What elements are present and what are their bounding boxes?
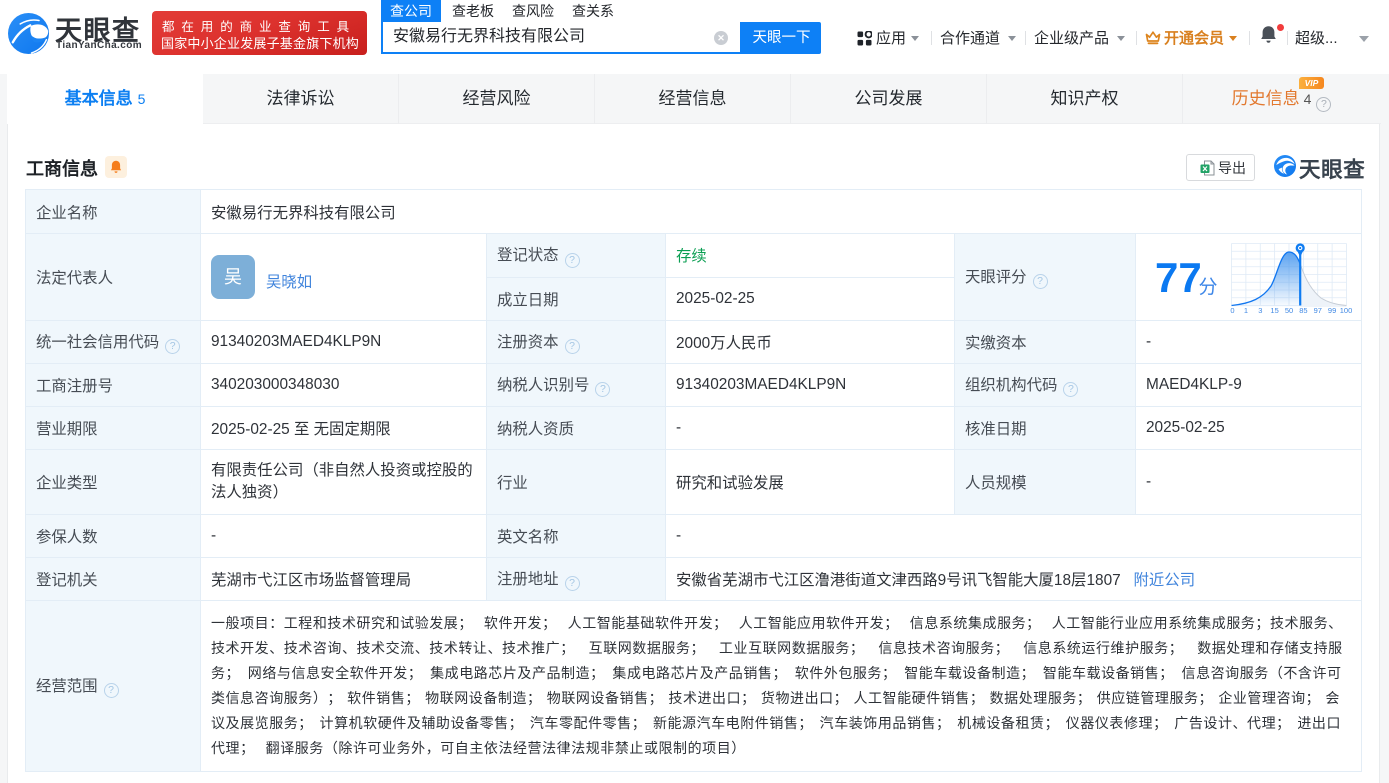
svg-text:3: 3 (1258, 306, 1262, 315)
svg-text:97: 97 (1314, 306, 1322, 315)
svg-text:50: 50 (1285, 306, 1293, 315)
svg-text:100: 100 (1340, 306, 1353, 315)
svg-text:99: 99 (1328, 306, 1336, 315)
svg-text:85: 85 (1299, 306, 1307, 315)
svg-text:15: 15 (1270, 306, 1278, 315)
svg-text:1: 1 (1244, 306, 1248, 315)
svg-text:0: 0 (1230, 306, 1234, 315)
